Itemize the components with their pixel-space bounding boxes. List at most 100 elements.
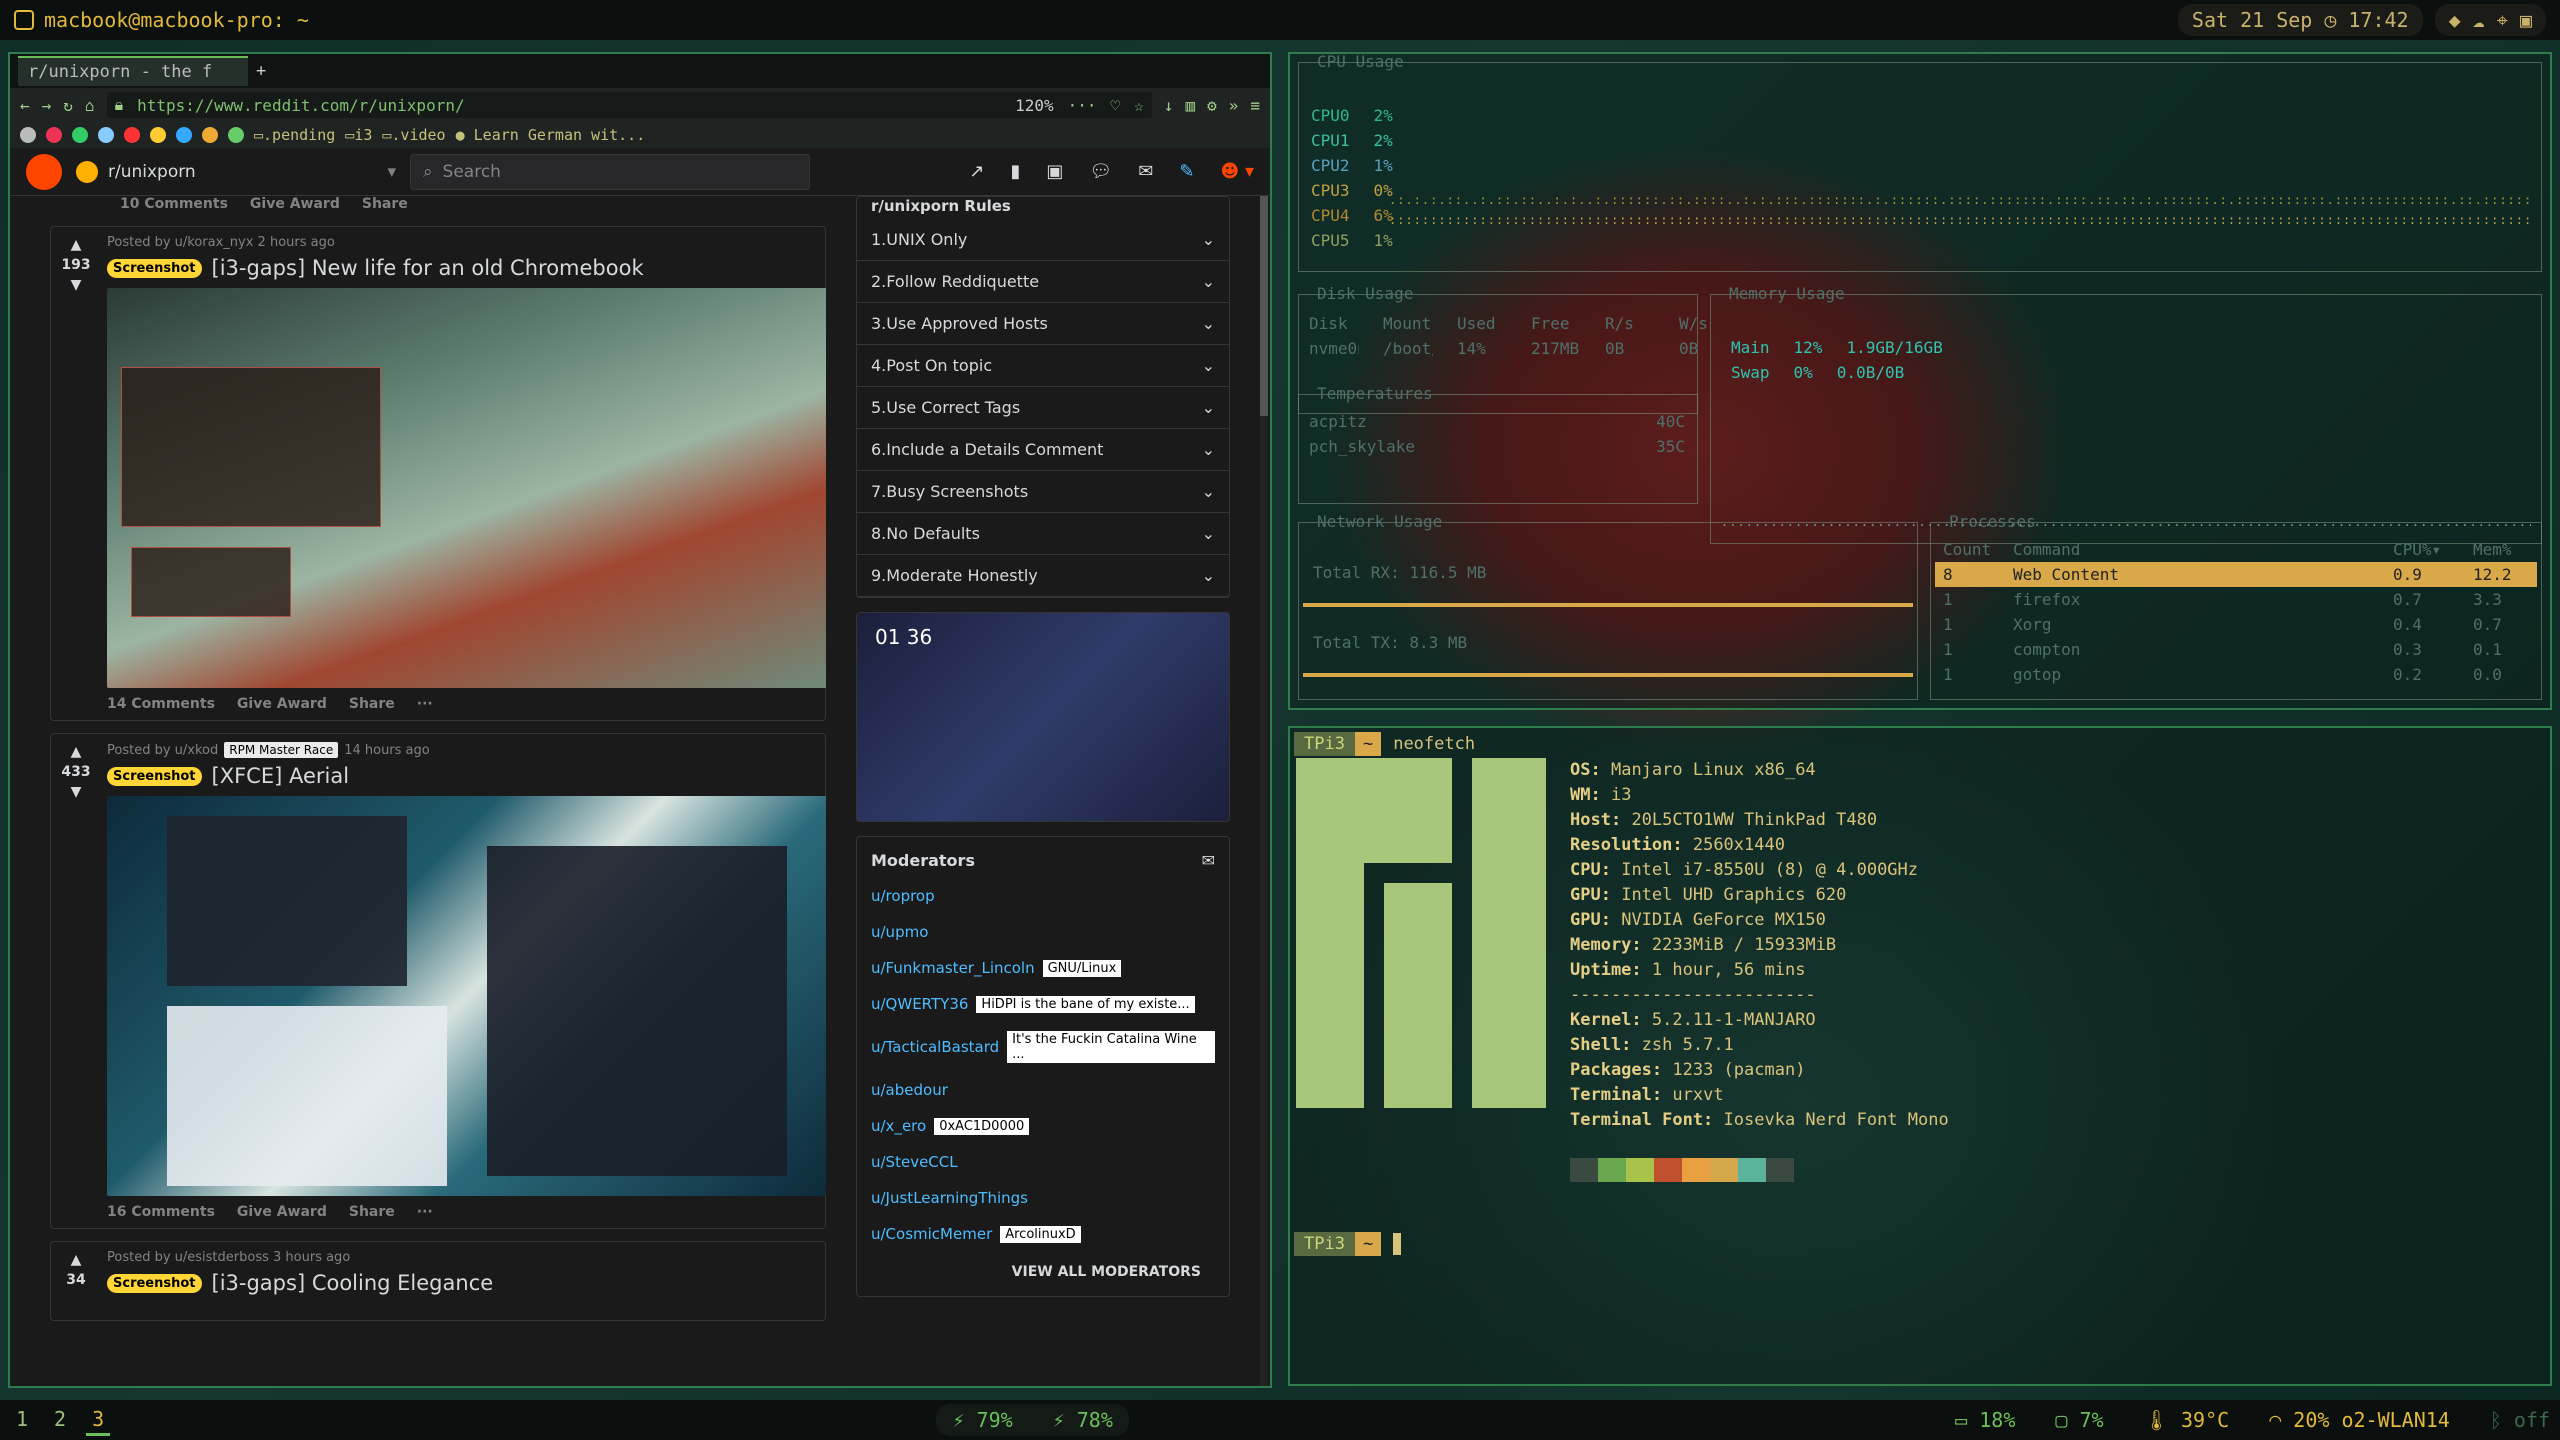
- rule-item[interactable]: 2.Follow Reddiquette ⌄: [857, 261, 1229, 303]
- moderator-item[interactable]: u/roprop: [857, 878, 1229, 914]
- share-button[interactable]: Share: [362, 196, 408, 212]
- rule-item[interactable]: 5.Use Correct Tags ⌄: [857, 387, 1229, 429]
- upvote-icon[interactable]: ▲: [51, 1252, 101, 1268]
- moderator-item[interactable]: u/abedour: [857, 1072, 1229, 1108]
- moderator-item[interactable]: u/x_ero 0xAC1D0000: [857, 1108, 1229, 1144]
- lock-icon[interactable]: ▣: [2520, 8, 2532, 32]
- moderator-item[interactable]: u/QWERTY36 HiDPI is the bane of my existe…: [857, 986, 1229, 1022]
- share-button[interactable]: Share: [349, 696, 395, 712]
- bookmark-icon[interactable]: [124, 127, 140, 143]
- url-field[interactable]: 🔒︎ https://www.reddit.com/r/unixporn/ 12…: [106, 92, 1152, 118]
- scrollbar[interactable]: [1260, 196, 1268, 1386]
- bookmark-icon[interactable]: [46, 127, 62, 143]
- trending-icon[interactable]: ↗: [969, 161, 984, 182]
- post-flair[interactable]: Screenshot: [107, 766, 202, 786]
- reddit-logo-icon[interactable]: [26, 153, 62, 190]
- new-tab-button[interactable]: +: [256, 61, 266, 81]
- promo-image[interactable]: 01 36: [856, 612, 1230, 822]
- clock-pill[interactable]: Sat 21 Sep ◷ 17:42: [2177, 4, 2423, 36]
- moderator-item[interactable]: u/TacticalBastard It's the Fuckin Catalin…: [857, 1022, 1229, 1072]
- moderator-item[interactable]: u/SteveCCL: [857, 1144, 1229, 1180]
- subreddit-dropdown[interactable]: r/unixporn ▾: [76, 160, 396, 183]
- stats-icon[interactable]: ▮: [1011, 161, 1021, 182]
- bookmark-icon[interactable]: [228, 127, 244, 143]
- post-title[interactable]: [XFCE] Aerial: [212, 764, 350, 788]
- rule-item[interactable]: 8.No Defaults ⌄: [857, 513, 1229, 555]
- reload-icon[interactable]: ↻: [63, 96, 73, 115]
- moderator-item[interactable]: u/upmo: [857, 914, 1229, 950]
- downvote-icon[interactable]: ▼: [51, 784, 101, 800]
- process-row[interactable]: 1 firefox 0.7 3.3: [1935, 587, 2537, 612]
- post-flair[interactable]: Screenshot: [107, 1273, 202, 1293]
- view-all-moderators-button[interactable]: VIEW ALL MODERATORS: [857, 1252, 1229, 1296]
- user-avatar[interactable]: ☻ ▾: [1220, 161, 1254, 182]
- search-input[interactable]: ⌕ Search: [410, 153, 810, 190]
- upvote-icon[interactable]: ▲: [51, 744, 101, 760]
- post-card[interactable]: ▲ 433 ▼ Posted by u/xkod RPM Master Race…: [50, 733, 826, 1229]
- rule-item[interactable]: 9.Moderate Honestly ⌄: [857, 555, 1229, 597]
- folder-i3[interactable]: ▭i3: [345, 126, 372, 144]
- shield-icon[interactable]: ◆: [2449, 8, 2461, 32]
- bookmark-icon[interactable]: [176, 127, 192, 143]
- rule-item[interactable]: 7.Busy Screenshots ⌄: [857, 471, 1229, 513]
- bookmark-icon[interactable]: [72, 127, 88, 143]
- folder-video[interactable]: ▭.video: [382, 126, 445, 144]
- post-card[interactable]: ▲ 193 ▼ Posted by u/korax_nyx 2 hours ag…: [50, 226, 826, 721]
- bookmark-star-icon[interactable]: ☆: [1134, 96, 1144, 115]
- process-row[interactable]: 1 Xorg 0.4 0.7: [1935, 612, 2537, 637]
- tab-unixporn[interactable]: r/unixporn - the f: [18, 56, 248, 86]
- workspace-3[interactable]: 3: [86, 1405, 111, 1436]
- more-options-icon[interactable]: ···: [417, 696, 433, 712]
- comments-button[interactable]: 16 Comments: [107, 1204, 215, 1220]
- process-row[interactable]: 1 compton 0.3 0.1: [1935, 637, 2537, 662]
- forward-icon[interactable]: →: [42, 96, 52, 115]
- wifi-stat[interactable]: ◠ 20% o2-WLAN14: [2269, 1408, 2450, 1432]
- pocket-icon[interactable]: ♡: [1111, 96, 1121, 115]
- back-icon[interactable]: ←: [20, 96, 30, 115]
- rule-item[interactable]: 1.UNIX Only ⌄: [857, 219, 1229, 261]
- cloud-icon[interactable]: ☁: [2473, 8, 2485, 32]
- zoom-level[interactable]: 120%: [1015, 96, 1054, 115]
- process-row[interactable]: 1 gotop 0.2 0.0: [1935, 662, 2537, 687]
- location-icon[interactable]: ⌖: [2497, 8, 2508, 32]
- bluetooth-stat[interactable]: ᛒ off: [2490, 1408, 2550, 1432]
- bookmark-icon[interactable]: [150, 127, 166, 143]
- home-icon[interactable]: ⌂: [85, 96, 95, 115]
- give-award-button[interactable]: Give Award: [237, 696, 327, 712]
- upvote-icon[interactable]: ▲: [51, 237, 101, 253]
- post-image[interactable]: [107, 796, 826, 1196]
- more-options-icon[interactable]: ···: [417, 1204, 433, 1220]
- give-award-button[interactable]: Give Award: [250, 196, 340, 212]
- give-award-button[interactable]: Give Award: [237, 1204, 327, 1220]
- workspace-1[interactable]: 1: [10, 1405, 34, 1436]
- terminal-window[interactable]: TPi3 ~ neofetch OS: Manjaro Linux x86_64…: [1288, 726, 2552, 1386]
- mail-icon[interactable]: ✉: [1138, 161, 1153, 182]
- process-row[interactable]: 8 Web Content 0.9 12.2: [1935, 562, 2537, 587]
- bookmark-learn-german[interactable]: ● Learn German wit...: [456, 126, 646, 144]
- video-icon[interactable]: ▣: [1046, 161, 1063, 182]
- more-icon[interactable]: ···: [1068, 96, 1097, 115]
- moderator-item[interactable]: u/CosmicMemer ArcolinuxD: [857, 1216, 1229, 1252]
- post-card[interactable]: ▲ 34 Posted by u/esistderboss 3 hours ag…: [50, 1241, 826, 1321]
- chat-icon[interactable]: 💬︎: [1089, 161, 1112, 182]
- post-image[interactable]: [107, 288, 826, 688]
- bookmark-icon[interactable]: [20, 127, 36, 143]
- moderator-item[interactable]: u/JustLearningThings: [857, 1180, 1229, 1216]
- download-icon[interactable]: ↓: [1164, 96, 1174, 115]
- post-title[interactable]: [i3-gaps] Cooling Elegance: [212, 1271, 494, 1295]
- post-title[interactable]: [i3-gaps] New life for an old Chromebook: [212, 256, 644, 280]
- overflow-icon[interactable]: »: [1229, 96, 1239, 115]
- share-button[interactable]: Share: [349, 1204, 395, 1220]
- workspace-2[interactable]: 2: [48, 1405, 72, 1436]
- rule-item[interactable]: 3.Use Approved Hosts ⌄: [857, 303, 1229, 345]
- bookmark-icon[interactable]: [98, 127, 114, 143]
- comments-button[interactable]: 14 Comments: [107, 696, 215, 712]
- downvote-icon[interactable]: ▼: [51, 277, 101, 293]
- folder-pending[interactable]: ▭.pending: [254, 126, 335, 144]
- moderator-item[interactable]: u/Funkmaster_Lincoln GNU/Linux: [857, 950, 1229, 986]
- create-post-icon[interactable]: ✎: [1179, 161, 1194, 182]
- library-icon[interactable]: ▥: [1185, 96, 1195, 115]
- rule-item[interactable]: 6.Include a Details Comment ⌄: [857, 429, 1229, 471]
- extensions-icon[interactable]: ⚙: [1207, 96, 1217, 115]
- menu-icon[interactable]: ≡: [1250, 96, 1260, 115]
